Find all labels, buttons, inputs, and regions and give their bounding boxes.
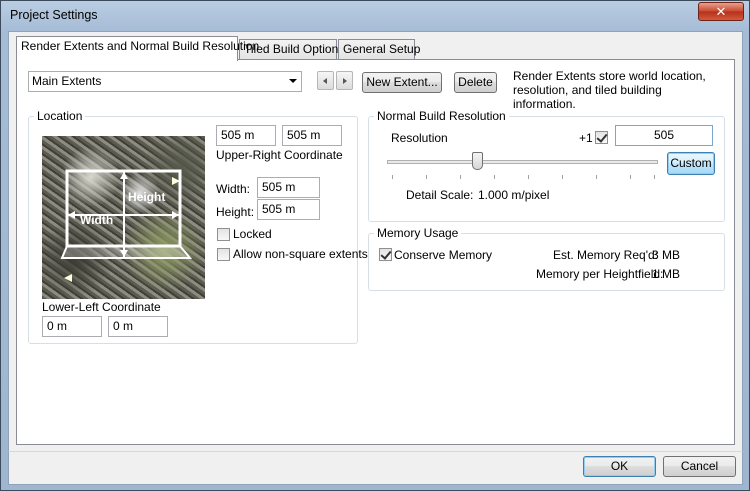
- non-square-checkbox[interactable]: [217, 248, 230, 261]
- close-icon: ✕: [715, 4, 727, 19]
- extent-preview-image: Height Width: [42, 136, 205, 299]
- width-label: Width:: [216, 182, 251, 196]
- window-title: Project Settings: [10, 8, 98, 22]
- delete-button[interactable]: Delete: [454, 72, 497, 93]
- resolution-field[interactable]: 505: [615, 125, 713, 146]
- upper-right-label: Upper-Right Coordinate: [216, 148, 343, 162]
- arrow-right-icon: [343, 78, 347, 84]
- resolution-slider-thumb[interactable]: [472, 152, 483, 170]
- extent-diagram: [60, 169, 193, 282]
- tab-panel: Main Extents New Extent... Delete Render…: [16, 59, 735, 445]
- chevron-down-icon: [289, 79, 297, 83]
- lower-left-y-field[interactable]: 0 m: [108, 316, 168, 337]
- location-group: Location Height Width 505 m 505 m Upper-…: [28, 109, 368, 344]
- plus-one-checkbox[interactable]: [595, 131, 608, 144]
- upper-right-y-field[interactable]: 505 m: [282, 125, 342, 146]
- height-label: Height:: [216, 205, 255, 219]
- locked-checkbox[interactable]: [217, 228, 230, 241]
- locked-label: Locked: [233, 227, 272, 241]
- memory-group: Memory Usage Conserve Memory Est. Memory…: [368, 226, 725, 291]
- slider-tick: [654, 175, 655, 179]
- tab-general-setup[interactable]: General Setup: [338, 39, 420, 60]
- extents-dropdown[interactable]: Main Extents: [28, 71, 302, 92]
- slider-tick: [392, 175, 393, 179]
- upper-right-x-field[interactable]: 505 m: [216, 125, 276, 146]
- resolution-group: Normal Build Resolution Resolution +1 50…: [368, 109, 725, 222]
- slider-tick: [630, 175, 631, 179]
- extents-description: Render Extents store world location, res…: [513, 69, 706, 111]
- detail-scale-value: 1.000 m/pixel: [478, 188, 550, 202]
- slider-tick: [528, 175, 529, 179]
- memory-per-heightfield-label: Memory per Heightfield:: [536, 267, 664, 281]
- cancel-button[interactable]: Cancel: [663, 456, 736, 477]
- lower-left-x-field[interactable]: 0 m: [42, 316, 102, 337]
- memory-required-value: 3 MB: [652, 248, 681, 262]
- tab-render-extents[interactable]: Render Extents and Normal Build Resoluti…: [16, 36, 259, 61]
- dialog-client: Render Extents and Normal Build Resoluti…: [8, 31, 743, 452]
- resolution-group-title: Normal Build Resolution: [374, 109, 509, 123]
- height-field[interactable]: 505 m: [257, 199, 320, 220]
- non-square-label: Allow non-square extents: [233, 247, 368, 261]
- detail-scale-label: Detail Scale:: [406, 188, 474, 202]
- close-button[interactable]: ✕: [698, 2, 744, 21]
- next-extent-button[interactable]: [336, 71, 353, 90]
- memory-group-title: Memory Usage: [374, 226, 462, 240]
- slider-tick: [460, 175, 461, 179]
- previous-extent-button[interactable]: [317, 71, 334, 90]
- width-diagram-label: Width: [80, 213, 114, 227]
- extents-selected-value: Main Extents: [32, 74, 102, 88]
- memory-per-heightfield-value: 1 MB: [652, 267, 681, 281]
- resolution-label: Resolution: [391, 131, 448, 145]
- slider-tick: [426, 175, 427, 179]
- title-bar[interactable]: Project Settings ✕: [1, 1, 749, 31]
- custom-button[interactable]: Custom: [667, 152, 715, 175]
- dialog-footer: OK Cancel: [8, 451, 743, 485]
- lower-left-label: Lower-Left Coordinate: [42, 300, 161, 314]
- conserve-memory-checkbox[interactable]: [379, 248, 392, 261]
- tab-label: General Setup: [343, 42, 421, 56]
- arrow-left-icon: [323, 78, 327, 84]
- new-extent-button[interactable]: New Extent...: [362, 72, 442, 93]
- resolution-slider-track[interactable]: [387, 160, 658, 164]
- conserve-memory-label: Conserve Memory: [394, 248, 493, 262]
- width-field[interactable]: 505 m: [257, 177, 320, 198]
- slider-tick: [596, 175, 597, 179]
- ok-button[interactable]: OK: [583, 456, 656, 477]
- slider-tick: [562, 175, 563, 179]
- tab-label: Render Extents and Normal Build Resoluti…: [21, 39, 260, 53]
- location-group-title: Location: [34, 109, 86, 123]
- height-diagram-label: Height: [128, 190, 166, 204]
- plus-one-label: +1: [579, 131, 593, 145]
- slider-tick: [494, 175, 495, 179]
- memory-required-label: Est. Memory Req'd:: [553, 248, 658, 262]
- project-settings-window: Project Settings ✕ Render Extents and No…: [0, 0, 750, 491]
